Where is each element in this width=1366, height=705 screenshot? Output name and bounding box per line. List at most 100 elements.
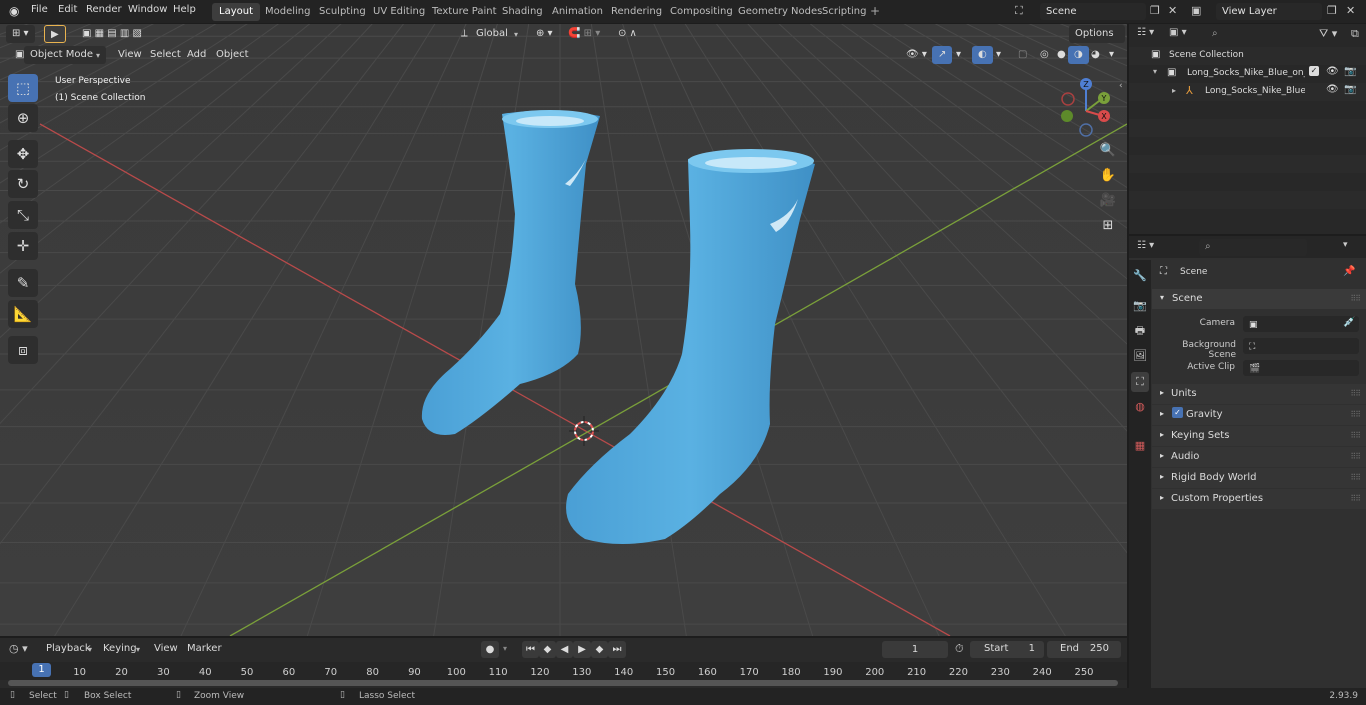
world-tab-icon[interactable]: ◍ <box>1131 397 1149 417</box>
blender-logo-icon[interactable]: ◉ <box>9 4 19 18</box>
object-visibility-icon[interactable]: 👁 ▾ <box>900 46 933 64</box>
properties-options-icon[interactable]: ▾ <box>1343 240 1348 250</box>
eye-icon[interactable]: 👁 <box>1326 84 1339 95</box>
cursor-tool[interactable]: ⊕ <box>8 104 38 132</box>
panel-grip-icon[interactable]: ⠿⠿ <box>1350 294 1361 303</box>
play-button[interactable]: ▶ <box>573 641 591 658</box>
timeline-editor-icon[interactable]: ◷ ▾ <box>9 642 28 655</box>
start-frame-field[interactable]: Start 1 <box>970 641 1044 658</box>
end-frame-field[interactable]: End 250 <box>1047 641 1121 658</box>
timeline-scrollbar[interactable] <box>8 680 1118 686</box>
menu-file[interactable]: File <box>31 4 48 15</box>
move-tool[interactable]: ✥ <box>8 140 38 168</box>
annotate-tool[interactable]: ✎ <box>8 269 38 297</box>
gravity-panel[interactable] <box>1152 405 1366 425</box>
background-scene-field[interactable]: ⛶ <box>1243 338 1359 354</box>
menu-add[interactable]: Add <box>181 46 212 64</box>
tab-sculpting[interactable]: Sculpting <box>312 3 373 21</box>
next-keyframe-button[interactable]: ◆ <box>591 641 608 658</box>
jump-end-button[interactable]: ⏭ <box>608 641 626 658</box>
scale-tool[interactable]: ⤡ <box>8 201 38 229</box>
output-tab-icon[interactable]: 🖶 <box>1131 321 1149 341</box>
panel-grip-icon[interactable]: ⠿⠿ <box>1350 431 1361 440</box>
panel-grip-icon[interactable]: ⠿⠿ <box>1350 410 1361 419</box>
tab-layout[interactable]: Layout <box>212 3 260 21</box>
active-clip-field[interactable]: 🎬 <box>1243 360 1359 376</box>
tab-modeling[interactable]: Modeling <box>258 3 318 21</box>
scene-tab-icon[interactable]: ⛶ <box>1131 372 1149 392</box>
proportional-editing-icon[interactable]: ⊙ ∧ <box>612 25 643 43</box>
menu-edit[interactable]: Edit <box>58 4 77 15</box>
record-chevron-icon[interactable]: ▾ <box>503 644 507 653</box>
camera-icon[interactable]: 📷 <box>1344 66 1356 77</box>
record-button[interactable]: ● <box>481 641 499 658</box>
render-tab-icon[interactable]: 📷 <box>1131 296 1149 316</box>
play-reverse-button[interactable]: ◀ <box>556 641 573 658</box>
panel-grip-icon[interactable]: ⠿⠿ <box>1350 494 1361 503</box>
tool-tab-icon[interactable]: 🔧 <box>1131 266 1149 286</box>
tab-compositing[interactable]: Compositing <box>663 3 740 21</box>
measure-tool[interactable]: 📐 <box>8 300 38 328</box>
gizmo-chevron-icon[interactable]: ▾ <box>950 46 967 64</box>
xray-toggle-icon[interactable]: ▢ <box>1012 46 1033 64</box>
eyedropper-icon[interactable]: 💉 <box>1343 317 1355 328</box>
filter-icon[interactable]: ⛛ ▾ <box>1319 27 1337 41</box>
rotate-tool[interactable]: ↻ <box>8 170 38 198</box>
pan-hand-icon[interactable]: ✋ <box>1097 165 1119 187</box>
shading-chevron-icon[interactable]: ▾ <box>1103 46 1120 64</box>
checkbox-icon[interactable]: ✓ <box>1309 66 1319 76</box>
new-scene-icon[interactable]: ❐ <box>1150 4 1160 17</box>
tab-uv-editing[interactable]: UV Editing <box>366 3 432 21</box>
properties-editor-icon[interactable]: ☷ ▾ <box>1137 240 1154 251</box>
camera-view-icon[interactable]: 🎥 <box>1097 190 1119 212</box>
panel-grip-icon[interactable]: ⠿⠿ <box>1350 389 1361 398</box>
panel-grip-icon[interactable]: ⠿⠿ <box>1350 473 1361 482</box>
options-dropdown[interactable]: Options <box>1069 25 1125 43</box>
mode-select[interactable]: Object Mode <box>24 46 106 64</box>
snap-icon[interactable]: 🧲 ⊞ ▾ <box>562 25 606 43</box>
perspective-toggle-icon[interactable]: ⊞ <box>1097 215 1119 237</box>
tweak-tool-button[interactable]: ▶ <box>44 25 66 43</box>
menu-object[interactable]: Object <box>210 46 255 64</box>
outliner-display-mode-icon[interactable]: ▣ ▾ <box>1169 27 1187 38</box>
panel-grip-icon[interactable]: ⠿⠿ <box>1350 452 1361 461</box>
tab-texture-paint[interactable]: Texture Paint <box>425 3 504 21</box>
outliner-row[interactable] <box>1129 47 1366 65</box>
camera-field[interactable]: ▣ <box>1243 316 1359 332</box>
transform-tool[interactable]: ✛ <box>8 232 38 260</box>
menu-marker[interactable]: Marker <box>181 640 228 658</box>
tab-rendering[interactable]: Rendering <box>604 3 669 21</box>
editor-type-icon[interactable]: ⊞ ▾ <box>6 25 35 43</box>
tab-animation[interactable]: Animation <box>545 3 610 21</box>
outliner-search-input[interactable]: ⌕ <box>1206 26 1302 43</box>
delete-scene-icon[interactable]: ✕ <box>1168 4 1177 17</box>
delete-view-layer-icon[interactable]: ✕ <box>1346 4 1355 17</box>
menu-timeline-view[interactable]: View <box>148 640 184 658</box>
zoom-icon[interactable]: 🔍 <box>1097 140 1119 162</box>
3d-viewport[interactable]: Z Y X ⊞ ▾ ▶ ▣ ▦ ▤ ▥ ▧ ⟂ Global ▾ ⊕ ▾ 🧲 ⊞… <box>0 24 1127 636</box>
scene-selector[interactable]: Scene <box>1040 3 1146 20</box>
stopwatch-icon[interactable]: ⏱ <box>955 642 964 656</box>
view-layer-tab-icon[interactable]: 🖼 <box>1131 346 1149 366</box>
scene-icon[interactable]: ⛶ <box>1015 4 1023 18</box>
outliner-item-collection[interactable]: Long_Socks_Nike_Blue_on_Th <box>1187 68 1305 78</box>
menu-help[interactable]: Help <box>173 4 196 15</box>
outliner-item-object[interactable]: Long_Socks_Nike_Blue_c <box>1205 86 1305 96</box>
view-layer-selector[interactable]: View Layer <box>1216 3 1322 20</box>
camera-icon[interactable]: 📷 <box>1344 84 1356 95</box>
expand-object-icon[interactable]: ▸ <box>1172 86 1176 95</box>
tab-scripting[interactable]: Scripting <box>815 3 873 21</box>
outliner-root-label[interactable]: Scene Collection <box>1169 50 1244 60</box>
properties-search-input[interactable]: ⌕ <box>1199 239 1307 256</box>
outliner-editor-icon[interactable]: ☷ ▾ <box>1137 27 1154 38</box>
pivot-point-icon[interactable]: ⊕ ▾ <box>530 25 559 43</box>
eye-icon[interactable]: 👁 <box>1326 66 1339 77</box>
menu-render[interactable]: Render <box>86 4 122 15</box>
view-layer-icon[interactable]: ▣ <box>1191 4 1201 17</box>
select-box-tool[interactable]: ⬚ <box>8 74 38 102</box>
menu-window[interactable]: Window <box>128 4 167 15</box>
new-view-layer-icon[interactable]: ❐ <box>1327 4 1337 17</box>
add-cube-tool[interactable]: ⧈ <box>8 336 38 364</box>
new-collection-icon[interactable]: ⧉ <box>1351 27 1359 41</box>
texture-tab-icon[interactable]: ▦ <box>1131 436 1149 456</box>
